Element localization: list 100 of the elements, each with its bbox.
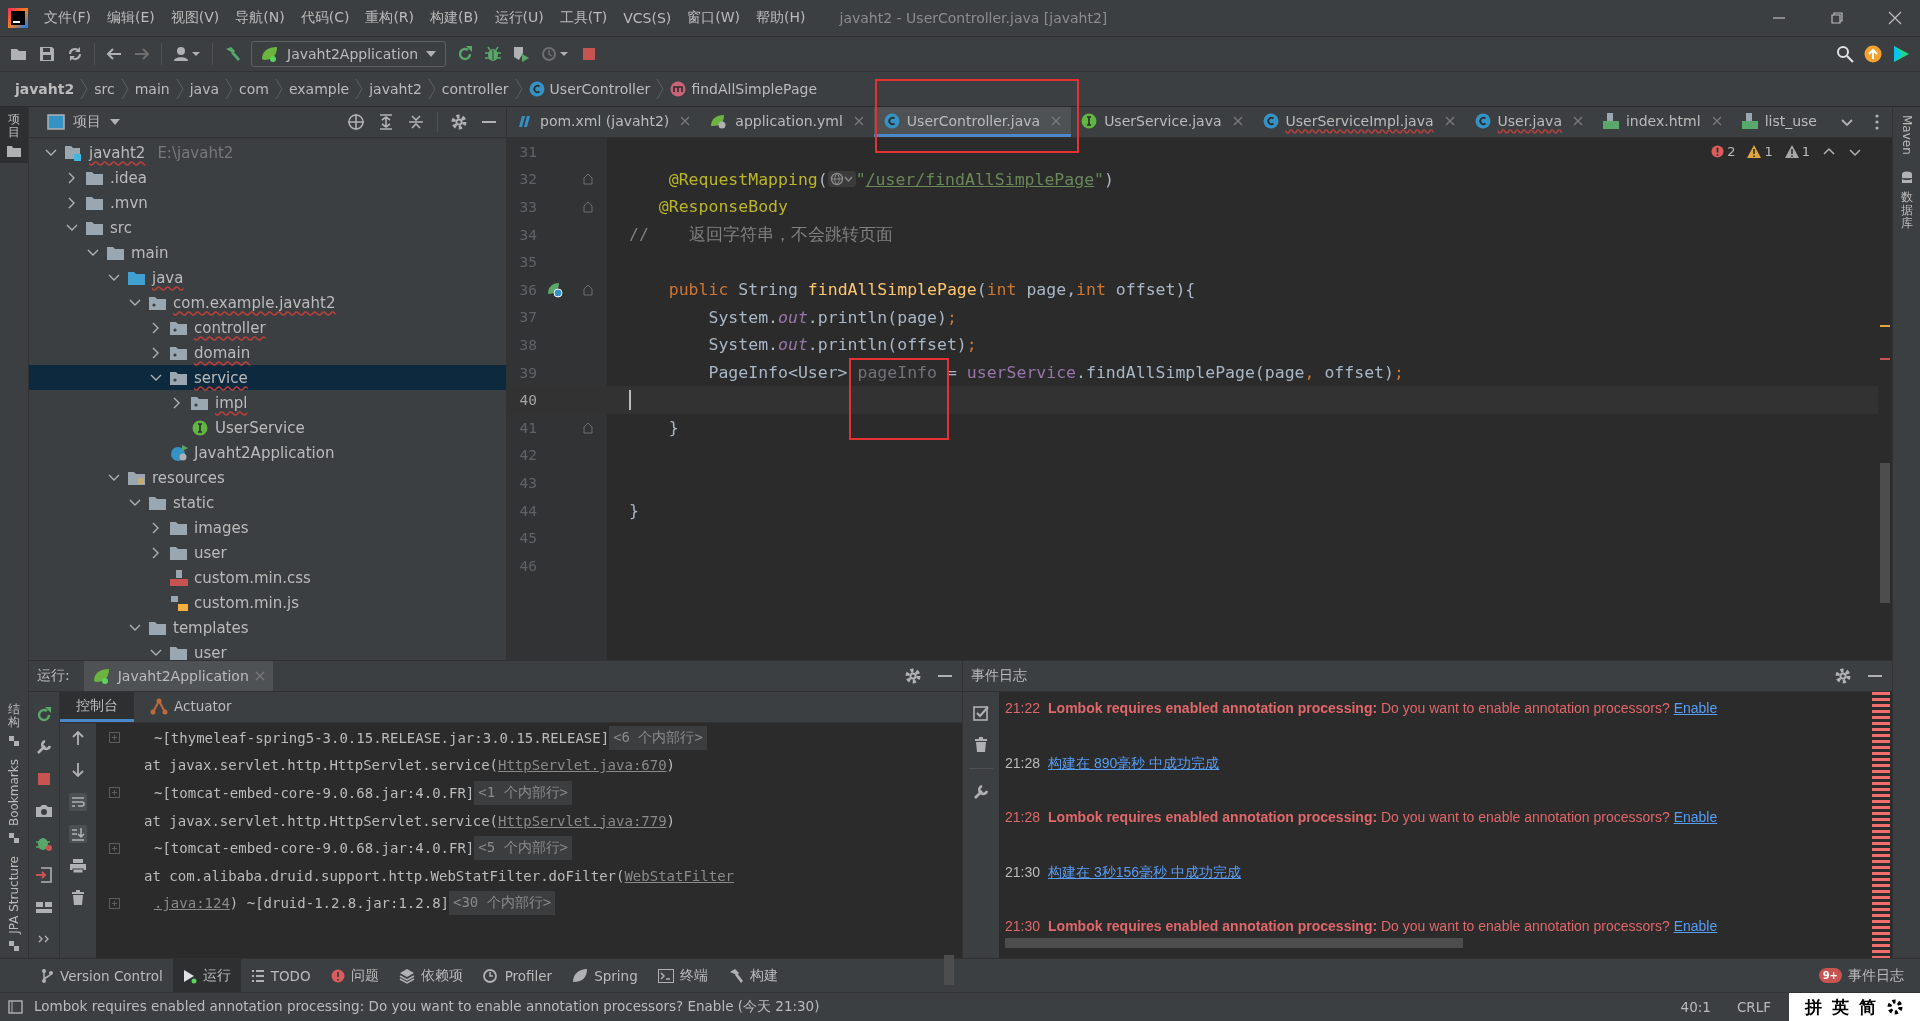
menu-item[interactable]: 工具(T) [551,9,616,27]
user-dropdown-icon[interactable] [172,45,202,63]
line-separator[interactable]: CRLF [1728,999,1779,1015]
tool-window-tab[interactable]: JPA Structure [0,850,28,958]
input-method-key[interactable]: 拼 [1805,995,1822,1019]
breadcrumb[interactable]: com [236,81,272,97]
locate-icon[interactable] [347,113,365,131]
error-stripe-marks[interactable] [1872,692,1890,958]
globe-inlay-icon[interactable] [827,171,856,188]
folded-lines-badge[interactable]: <6 个内部行> [609,725,707,750]
tool-window-button[interactable]: 问题 [320,959,389,992]
tree-item[interactable]: user [29,540,506,565]
save-icon[interactable] [38,45,56,63]
inspection-count[interactable]: 2 [1711,144,1736,159]
coverage-icon[interactable] [512,45,531,63]
caret-position[interactable]: 40:1 [1672,999,1719,1015]
status-message[interactable]: Lombok requires enabled annotation processing: Do you want to enable annotation processors? Enable (今天 21:30) [34,998,820,1016]
tool-window-button[interactable]: Version Control [30,959,173,992]
rerun-icon[interactable] [35,706,53,724]
layout-toggle-icon[interactable] [8,999,24,1015]
tool-window-button[interactable]: 构建 [717,959,788,992]
sync-icon[interactable] [66,45,84,63]
inspection-count[interactable]: 1 [1784,144,1810,159]
fold-marker-icon[interactable] [583,283,593,296]
log-link[interactable]: 构建在 3秒156毫秒 中成功完成 [1048,863,1241,882]
tree-item[interactable]: javaht2 E:\javaht2 [29,140,506,165]
breadcrumb[interactable]: javaht2 [12,81,78,97]
run-gutter-icon[interactable] [547,281,563,298]
tree-item[interactable]: UserService [29,415,506,440]
settings-icon[interactable] [450,113,468,131]
tool-window-button[interactable]: 运行 [172,959,241,992]
run-configuration-dropdown[interactable]: Javaht2Application [251,41,447,67]
menu-item[interactable]: 导航(N) [227,9,293,27]
tool-window-button[interactable]: TODO [240,959,321,992]
scrollbar[interactable] [944,955,954,985]
editor-tab[interactable]: User.java [1464,107,1593,137]
tool-window-button[interactable]: Profiler [472,959,563,992]
wrench-icon[interactable] [35,738,53,756]
tree-item[interactable]: user [29,640,506,660]
tool-window-tab[interactable]: 结构 [0,696,28,754]
tree-item[interactable]: custom.min.js [29,590,506,615]
profiler-dropdown-icon[interactable] [540,45,571,63]
tree-item[interactable]: service [29,365,506,390]
tool-window-tab[interactable]: 数据库 [1900,162,1913,239]
breadcrumb[interactable]: java [186,81,222,97]
log-link[interactable]: Enable [1673,918,1718,934]
toolbox-icon[interactable] [1892,45,1910,63]
tree-item[interactable]: static [29,490,506,515]
run-tab[interactable]: Javaht2Application [83,661,273,691]
tree-item[interactable]: domain [29,340,506,365]
tool-window-button[interactable]: 终端 [647,959,718,992]
trash-icon[interactable] [972,736,990,754]
tool-window-button[interactable]: 依赖项 [388,959,473,992]
input-method-key[interactable]: 英 [1832,995,1849,1019]
tree-item[interactable]: .idea [29,165,506,190]
breadcrumb[interactable]: controller [438,81,512,97]
input-method-key[interactable]: 简 [1859,995,1876,1019]
tree-item[interactable]: images [29,515,506,540]
log-link[interactable]: Enable [1673,700,1718,716]
menu-item[interactable]: 窗口(W) [679,9,749,27]
tree-item[interactable]: com.example.javaht2 [29,290,506,315]
expand-all-icon[interactable] [377,113,395,131]
editor-tab[interactable]: pom.xml (javaht2) [507,107,701,137]
tree-item[interactable]: resources [29,465,506,490]
editor-tab[interactable]: application.yml [700,107,874,137]
tree-item[interactable]: templates [29,615,506,640]
menu-item[interactable]: 文件(F) [36,9,99,27]
scroll-to-end-icon[interactable] [69,825,87,843]
fold-marker-icon[interactable] [583,201,593,213]
fold-marker-icon[interactable] [583,173,593,186]
close-icon[interactable] [680,115,691,126]
console-tab[interactable]: Actuator [134,692,248,722]
search-icon[interactable] [1836,45,1854,63]
tree-item[interactable]: controller [29,315,506,340]
source-link[interactable]: WebStatFilter [624,867,734,884]
log-link[interactable]: Enable [1673,809,1718,825]
scrollbar[interactable] [1880,463,1890,603]
breadcrumb[interactable]: src [91,81,118,97]
editor-tab[interactable]: index.html [1592,107,1732,137]
menu-item[interactable]: 重构(R) [357,9,423,27]
settings-icon[interactable] [904,667,922,685]
source-link[interactable]: HttpServlet.java:670 [498,757,667,774]
stop-icon[interactable] [35,770,53,788]
inspection-count[interactable]: 1 [1747,144,1773,159]
folded-lines-badge[interactable]: <1 个内部行> [474,781,572,805]
tree-item[interactable]: java [29,265,506,290]
gear-icon[interactable] [1886,998,1904,1016]
source-link[interactable]: HttpServlet.java:779 [498,812,667,829]
editor-tab[interactable]: UserServiceImpl.java [1252,107,1465,137]
folded-lines-badge[interactable]: <5 个内部行> [474,836,572,861]
scrollbar[interactable] [1005,938,1463,948]
menu-item[interactable]: 视图(V) [162,9,228,27]
tree-item[interactable]: main [29,240,506,265]
tree-item[interactable]: impl [29,390,506,415]
project-view-dropdown[interactable]: 项目 [41,112,127,132]
tool-window-button[interactable]: Spring [562,959,648,992]
breadcrumb[interactable]: UserController [525,81,654,97]
menu-item[interactable]: 运行(U) [486,9,552,27]
wrench-icon[interactable] [972,783,990,801]
tree-item[interactable]: src [29,215,506,240]
